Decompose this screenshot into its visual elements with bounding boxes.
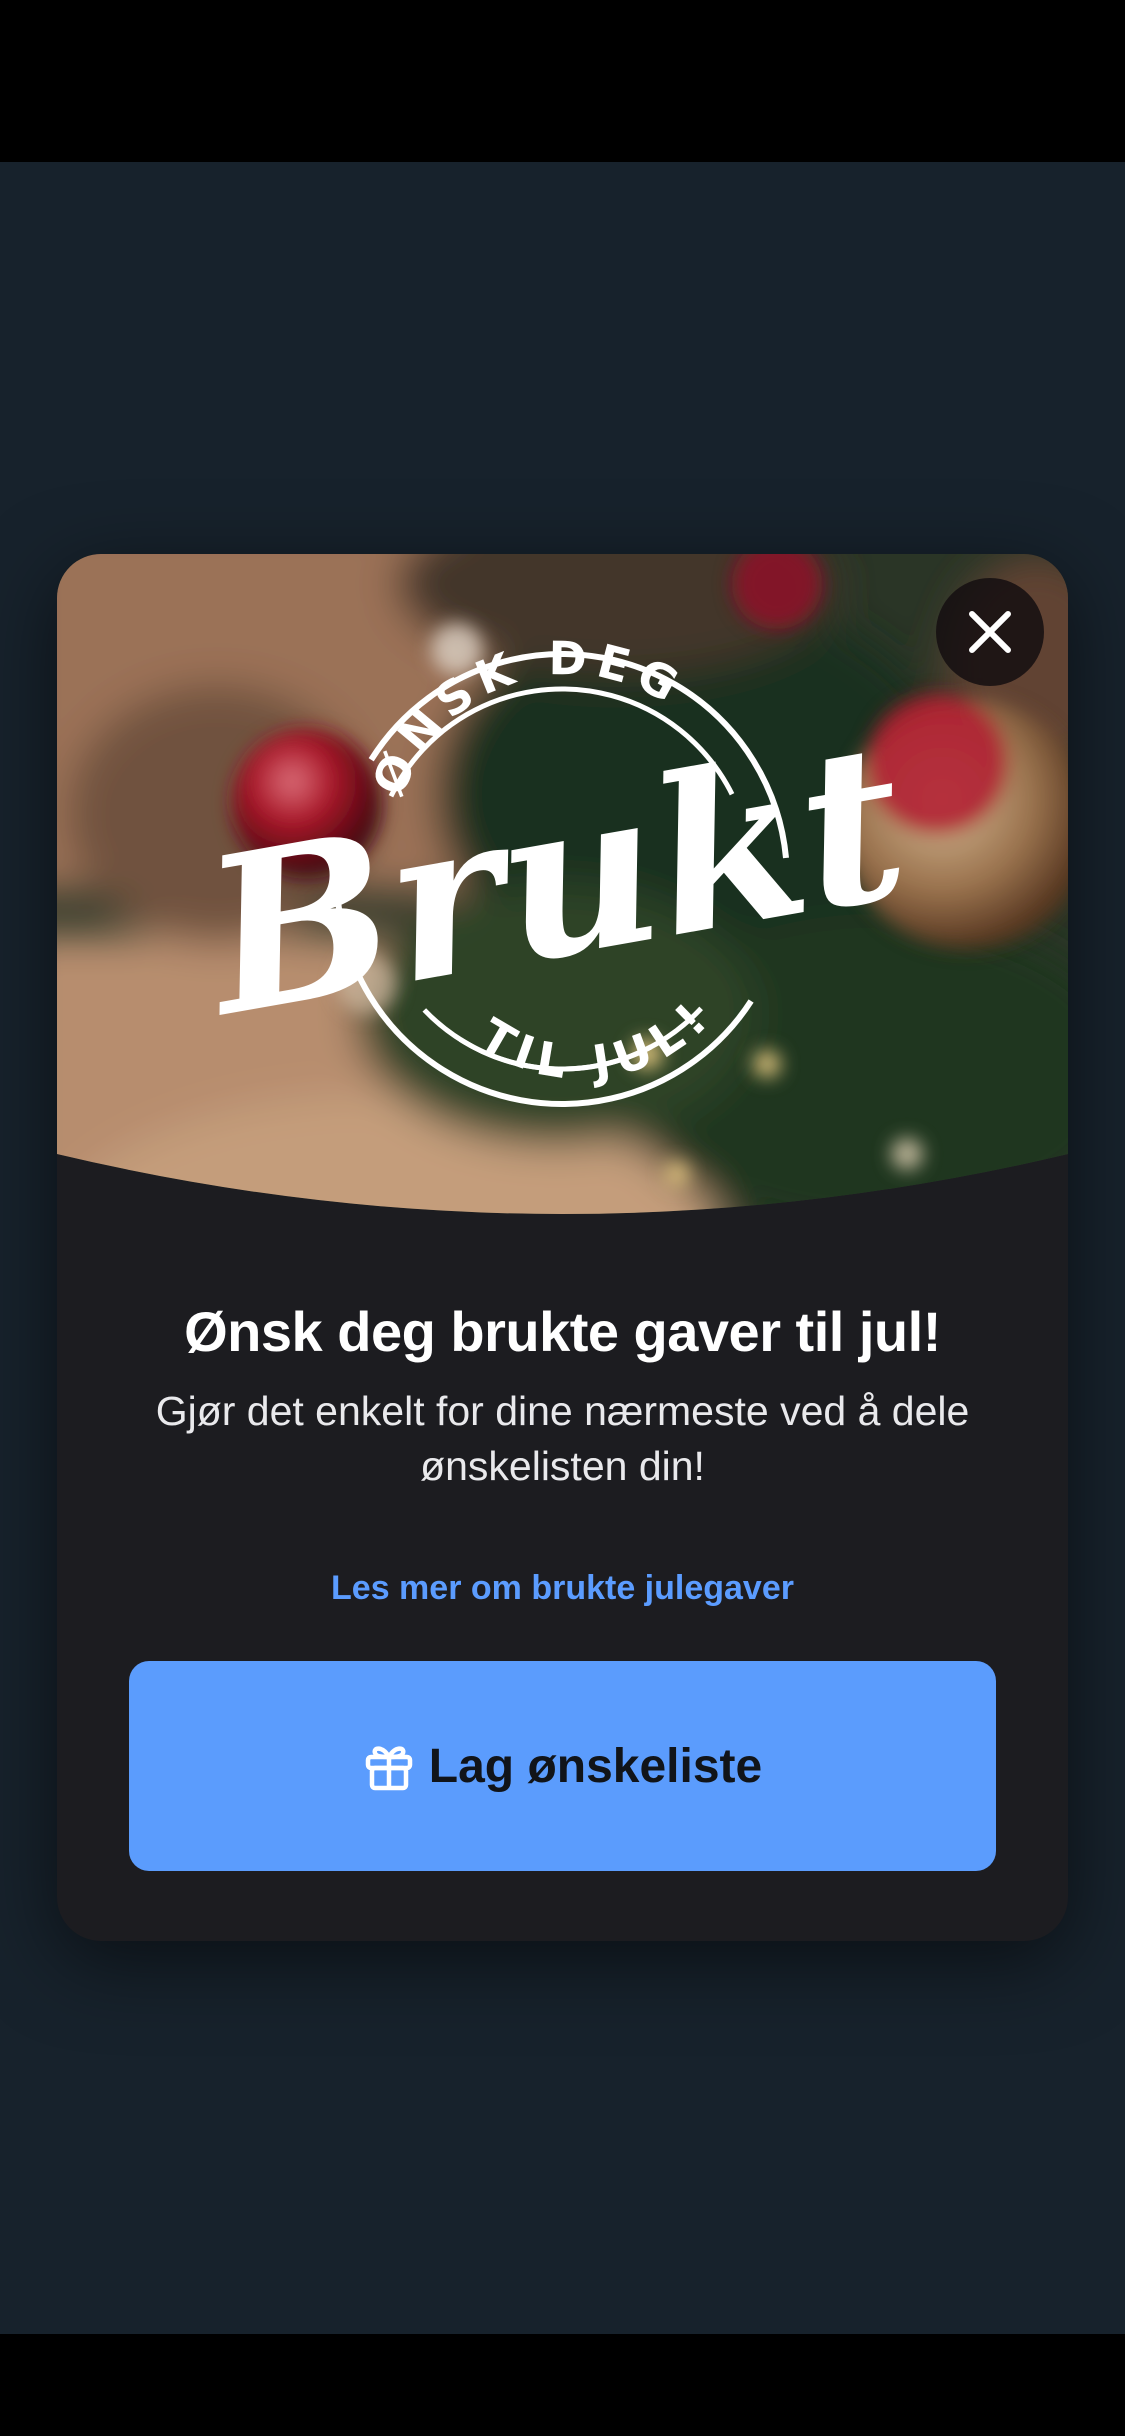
home-indicator-area: [0, 2334, 1125, 2436]
close-button[interactable]: [936, 578, 1044, 686]
close-icon: [969, 611, 1011, 653]
christmas-hero-image: ØNSK DEG TIL JUL! Brukt: [57, 554, 1068, 1224]
gift-icon: [363, 1740, 415, 1792]
modal-title: Ønsk deg brukte gaver til jul!: [184, 1300, 941, 1363]
create-wishlist-label: Lag ønskeliste: [428, 1739, 763, 1793]
read-more-link[interactable]: Les mer om brukte julegaver: [57, 1569, 1068, 1608]
wishlist-promo-modal: ØNSK DEG TIL JUL! Brukt Ønsk deg brukte …: [57, 554, 1068, 1941]
status-bar: [0, 0, 1125, 162]
create-wishlist-button[interactable]: Lag ønskeliste: [129, 1661, 996, 1871]
modal-subtitle: Gjør det enkelt for dine nærmeste ved å …: [155, 1388, 970, 1489]
